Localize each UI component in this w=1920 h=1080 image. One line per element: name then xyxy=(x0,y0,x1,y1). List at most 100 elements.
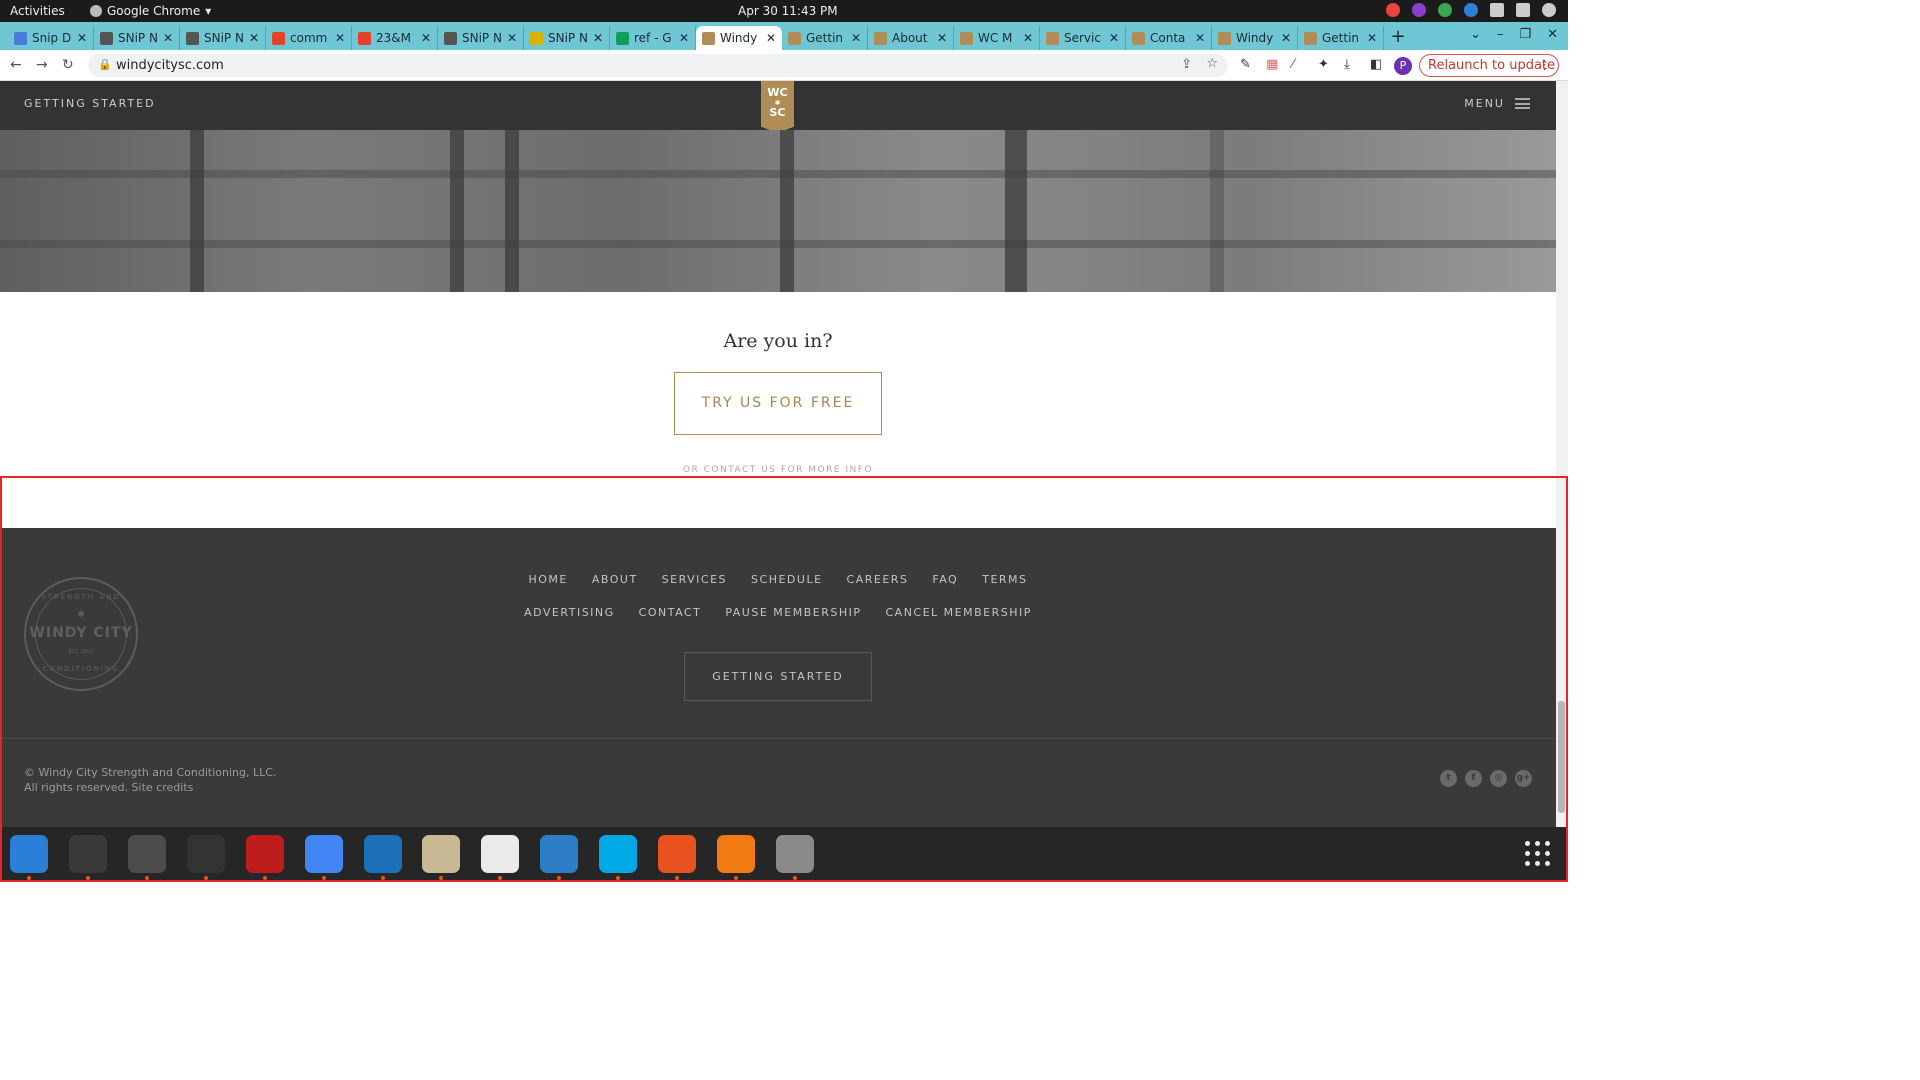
try-us-for-free-button[interactable]: TRY US FOR FREE xyxy=(674,372,882,435)
system-monitor-icon[interactable] xyxy=(187,835,225,873)
disks-icon[interactable] xyxy=(776,835,814,873)
files-icon[interactable] xyxy=(422,835,460,873)
instagram-icon[interactable]: ◎ xyxy=(1490,770,1507,787)
firefox-dev-icon[interactable] xyxy=(717,835,755,873)
close-tab-icon[interactable]: ✕ xyxy=(335,31,345,45)
close-tab-icon[interactable]: ✕ xyxy=(249,31,259,45)
profile-avatar[interactable]: P xyxy=(1394,57,1412,75)
facebook-icon[interactable]: f xyxy=(1465,770,1482,787)
browser-tab[interactable]: ref - G ✕ xyxy=(610,26,696,50)
footer-link[interactable]: PAUSE MEMBERSHIP xyxy=(725,606,861,619)
system-tray[interactable] xyxy=(1386,3,1556,17)
app-tray-icon[interactable] xyxy=(1412,3,1426,17)
browser-tab[interactable]: Gettin ✕ xyxy=(1298,26,1384,50)
close-tab-icon[interactable]: ✕ xyxy=(851,31,861,45)
extensions-puzzle-icon[interactable]: ✦ xyxy=(1318,57,1329,72)
network-icon[interactable] xyxy=(1490,3,1504,17)
close-window-icon[interactable]: ✕ xyxy=(1547,27,1558,42)
footer-link[interactable]: ABOUT xyxy=(592,573,638,586)
close-tab-icon[interactable]: ✕ xyxy=(679,31,689,45)
footer-link[interactable]: CAREERS xyxy=(847,573,909,586)
browser-tab[interactable]: Windy ✕ xyxy=(1212,26,1298,50)
filezilla-icon[interactable] xyxy=(246,835,284,873)
bookmark-star-icon[interactable]: ☆ xyxy=(1206,56,1218,71)
browser-tab[interactable]: 23&M ✕ xyxy=(352,26,438,50)
thunderbird-icon[interactable] xyxy=(10,835,48,873)
share-icon[interactable]: ⇪ xyxy=(1181,57,1192,72)
footer-link[interactable]: SCHEDULE xyxy=(751,573,823,586)
close-tab-icon[interactable]: ✕ xyxy=(593,31,603,45)
browser-tab[interactable]: WC M ✕ xyxy=(954,26,1040,50)
twitter-icon[interactable]: t xyxy=(1440,770,1457,787)
new-tab-button[interactable]: + xyxy=(1384,26,1412,47)
footer-link[interactable]: ADVERTISING xyxy=(524,606,615,619)
footer-link[interactable]: TERMS xyxy=(982,573,1027,586)
calculator-icon[interactable] xyxy=(128,835,166,873)
browser-tab[interactable]: comm ✕ xyxy=(266,26,352,50)
site-logo[interactable]: WC ✱ SC xyxy=(761,81,794,133)
chrome-tray-icon[interactable] xyxy=(1386,3,1400,17)
footer-link[interactable]: CONTACT xyxy=(639,606,702,619)
power-icon[interactable] xyxy=(1542,3,1556,17)
browser-tab[interactable]: Servic ✕ xyxy=(1040,26,1126,50)
clock[interactable]: Apr 30 11:43 PM xyxy=(738,4,838,18)
close-tab-icon[interactable]: ✕ xyxy=(766,31,776,45)
browser-tab[interactable]: Conta ✕ xyxy=(1126,26,1212,50)
volume-icon[interactable] xyxy=(1516,3,1530,17)
lock-icon[interactable]: 🔒 xyxy=(98,58,112,71)
close-tab-icon[interactable]: ✕ xyxy=(1109,31,1119,45)
header-getting-started-link[interactable]: GETTING STARTED xyxy=(24,97,156,110)
back-icon[interactable]: ← xyxy=(10,57,22,73)
text-editor-icon[interactable] xyxy=(481,835,519,873)
sync-tray-icon[interactable] xyxy=(1464,3,1478,17)
browser-tab[interactable]: Gettin ✕ xyxy=(782,26,868,50)
browser-tab[interactable]: SNiP N ✕ xyxy=(524,26,610,50)
minimize-icon[interactable]: – xyxy=(1497,27,1504,42)
browser-tab[interactable]: About ✕ xyxy=(868,26,954,50)
footer-link[interactable]: SERVICES xyxy=(662,573,727,586)
forward-icon[interactable]: → xyxy=(36,57,48,73)
activities-button[interactable]: Activities xyxy=(10,4,65,18)
app-menu[interactable]: Google Chrome ▾ xyxy=(90,4,211,18)
chrome-icon[interactable] xyxy=(305,835,343,873)
rights-site-credits[interactable]: All rights reserved. Site credits xyxy=(24,780,276,795)
pen-extension-icon[interactable]: ⁄ xyxy=(1292,57,1294,72)
menu-button[interactable]: MENU xyxy=(1464,97,1530,110)
libreoffice-writer-icon[interactable] xyxy=(540,835,578,873)
url-text[interactable]: windycitysc.com xyxy=(116,58,224,73)
tab-search-icon[interactable]: ⌄ xyxy=(1470,27,1481,42)
restore-icon[interactable]: ❐ xyxy=(1519,27,1531,42)
omnibox[interactable]: 🔒 windycitysc.com ⇪ ☆ xyxy=(88,54,1228,77)
browser-tab[interactable]: Windy ✕ xyxy=(696,26,782,50)
footer-link[interactable]: CANCEL MEMBERSHIP xyxy=(885,606,1031,619)
close-tab-icon[interactable]: ✕ xyxy=(1023,31,1033,45)
downloads-icon[interactable]: ⤓ xyxy=(1344,57,1350,72)
footer-link[interactable]: HOME xyxy=(528,573,567,586)
browser-tab[interactable]: SNiP N ✕ xyxy=(94,26,180,50)
footer-getting-started-button[interactable]: GETTING STARTED xyxy=(684,652,872,701)
relaunch-button[interactable]: Relaunch to update ⋮ xyxy=(1419,54,1559,77)
page-scrollbar[interactable] xyxy=(1556,81,1568,827)
show-applications-icon[interactable] xyxy=(1525,841,1551,867)
contact-us-link[interactable]: OR CONTACT US FOR MORE INFO xyxy=(0,465,1556,475)
close-tab-icon[interactable]: ✕ xyxy=(937,31,947,45)
browser-tab[interactable]: SNiP N ✕ xyxy=(180,26,266,50)
update-tray-icon[interactable] xyxy=(1438,3,1452,17)
footer-link[interactable]: FAQ xyxy=(932,573,958,586)
close-tab-icon[interactable]: ✕ xyxy=(1195,31,1205,45)
close-tab-icon[interactable]: ✕ xyxy=(77,31,87,45)
close-tab-icon[interactable]: ✕ xyxy=(1281,31,1291,45)
scrollbar-thumb[interactable] xyxy=(1558,701,1565,813)
skype-icon[interactable] xyxy=(599,835,637,873)
close-tab-icon[interactable]: ✕ xyxy=(1367,31,1377,45)
reload-icon[interactable]: ↻ xyxy=(62,57,74,73)
inkscape-pen-icon[interactable] xyxy=(658,835,696,873)
browser-tab[interactable]: SNiP N ✕ xyxy=(438,26,524,50)
google-plus-icon[interactable]: g+ xyxy=(1515,770,1532,787)
close-tab-icon[interactable]: ✕ xyxy=(507,31,517,45)
calendar-extension-icon[interactable]: ▦ xyxy=(1266,57,1278,72)
terminal-icon[interactable] xyxy=(69,835,107,873)
vscode-icon[interactable] xyxy=(364,835,402,873)
side-panel-icon[interactable]: ◧ xyxy=(1370,57,1382,72)
eyedropper-extension-icon[interactable]: ✎ xyxy=(1240,57,1251,72)
